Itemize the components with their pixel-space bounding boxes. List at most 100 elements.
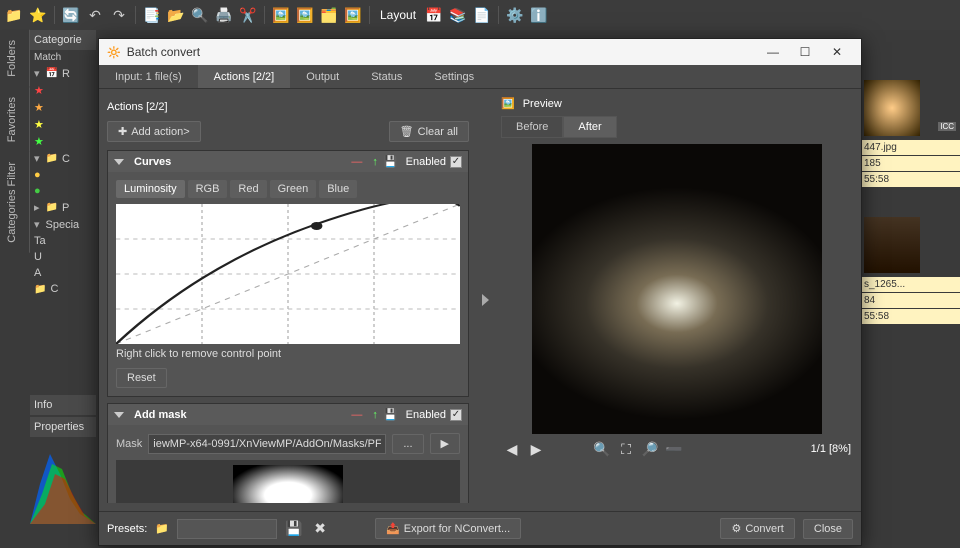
add-icon: ✚ xyxy=(118,125,127,138)
tab-output[interactable]: Output xyxy=(290,65,355,88)
dialog-bottom-bar: Presets: 📁 💾 ✖ 📤 Export for NConvert... … xyxy=(99,511,861,545)
icc-badge: ICC xyxy=(938,122,956,131)
preset-delete-icon[interactable]: ✖ xyxy=(311,520,329,538)
preview-column: 🖼️ Preview Before After ◀ ▶ 🔍 ⛶ 🔎 ➖ xyxy=(493,89,861,511)
toolbar-batch-icon[interactable]: 🖼️ xyxy=(295,5,315,25)
remove-action-icon[interactable]: — xyxy=(351,156,362,168)
left-tab-favorites[interactable]: Favorites xyxy=(2,87,30,152)
mask-thumbnail xyxy=(233,465,343,503)
toolbar-star-icon[interactable]: ⭐ xyxy=(28,5,48,25)
splitter-handle-icon xyxy=(482,294,489,306)
add-action-button[interactable]: ✚ Add action> xyxy=(107,121,201,142)
properties-heading[interactable]: Properties xyxy=(30,417,96,437)
zoom-100-icon[interactable]: 🔎 xyxy=(641,440,659,458)
left-tabs: Folders Favorites Categories Filter xyxy=(2,30,30,253)
convert-button[interactable]: ⚙ Convert xyxy=(720,518,794,539)
match-label: Match xyxy=(30,50,96,65)
toolbar-layout2-icon[interactable]: 📚 xyxy=(448,5,468,25)
action-add-mask: Add mask — ↑ 💾 Enabled ✓ Mask . xyxy=(107,403,469,503)
enabled-label: Enabled xyxy=(406,156,446,168)
file1-date: 55:58 xyxy=(860,172,960,187)
close-button[interactable]: ✕ xyxy=(821,40,853,64)
histogram xyxy=(30,444,96,524)
mask-preview xyxy=(116,460,460,503)
enabled-checkbox-mask[interactable]: ✓ xyxy=(450,409,462,421)
close-dialog-button[interactable]: Close xyxy=(803,519,853,539)
clear-all-button[interactable]: 🗑 Clear all xyxy=(389,121,469,142)
toolbar-crop-icon[interactable]: ✂️ xyxy=(238,5,258,25)
export-nconvert-button[interactable]: 📤 Export for NConvert... xyxy=(375,518,521,539)
toolbar-about-icon[interactable]: ℹ️ xyxy=(529,5,549,25)
curves-hint: Right click to remove control point xyxy=(116,344,460,364)
channel-red[interactable]: Red xyxy=(230,180,266,198)
move-up-icon[interactable]: ↑ xyxy=(372,156,378,168)
tab-input[interactable]: Input: 1 file(s) xyxy=(99,65,198,88)
dialog-titlebar[interactable]: 🔆 Batch convert — ☐ ✕ xyxy=(99,39,861,65)
toolbar-rotate-ccw-icon[interactable]: ↶ xyxy=(85,5,105,25)
toolbar-search-icon[interactable]: 🔍 xyxy=(190,5,210,25)
toolbar-rotate-cw-icon[interactable]: ↷ xyxy=(109,5,129,25)
zoom-fit-icon[interactable]: ⛶ xyxy=(617,440,635,458)
remove-action-icon[interactable]: — xyxy=(351,409,362,421)
presets-folder-icon[interactable]: 📁 xyxy=(155,522,169,535)
info-heading: Info xyxy=(30,395,96,415)
file2-name[interactable]: s_1265... xyxy=(860,277,960,292)
toolbar-copy-icon[interactable]: 📑 xyxy=(142,5,162,25)
zoom-in-icon[interactable]: 🔍 xyxy=(593,440,611,458)
chevron-down-icon[interactable] xyxy=(114,412,124,418)
minimize-button[interactable]: — xyxy=(757,40,789,64)
save-action-icon[interactable]: 💾 xyxy=(384,155,398,168)
export-icon: 📤 xyxy=(386,522,400,535)
enabled-label: Enabled xyxy=(406,409,446,421)
tab-after[interactable]: After xyxy=(563,116,616,138)
preview-image[interactable] xyxy=(532,144,822,434)
tab-before[interactable]: Before xyxy=(501,116,563,138)
toolbar-convert-icon[interactable]: 🖼️ xyxy=(271,5,291,25)
layout-label[interactable]: Layout xyxy=(380,8,416,22)
thumbnail-2[interactable] xyxy=(864,217,920,273)
curves-title: Curves xyxy=(128,156,351,168)
curves-editor[interactable] xyxy=(116,204,460,344)
channel-blue[interactable]: Blue xyxy=(319,180,357,198)
toolbar-refresh-icon[interactable]: 🔄 xyxy=(61,5,81,25)
prev-image-icon[interactable]: ◀ xyxy=(503,440,521,458)
file2-date: 55:58 xyxy=(860,309,960,324)
toolbar-print-icon[interactable]: 🖨️ xyxy=(214,5,234,25)
tab-settings[interactable]: Settings xyxy=(418,65,490,88)
channel-green[interactable]: Green xyxy=(270,180,317,198)
preview-pager: 1/1 [8%] xyxy=(811,443,851,455)
next-image-icon[interactable]: ▶ xyxy=(527,440,545,458)
toolbar-contact-icon[interactable]: 🗂️ xyxy=(319,5,339,25)
toolbar-move-icon[interactable]: 📂 xyxy=(166,5,186,25)
curves-reset-button[interactable]: Reset xyxy=(116,368,167,388)
enabled-checkbox-curves[interactable]: ✓ xyxy=(450,156,462,168)
mask-browse-button[interactable]: ... xyxy=(392,434,423,454)
save-action-icon[interactable]: 💾 xyxy=(384,408,398,421)
categories-heading: Categorie xyxy=(30,30,96,50)
mask-path-input[interactable] xyxy=(148,434,386,454)
zoom-out-icon[interactable]: ➖ xyxy=(665,440,683,458)
chevron-down-icon[interactable] xyxy=(114,159,124,165)
tab-actions[interactable]: Actions [2/2] xyxy=(198,65,291,88)
toolbar-layout1-icon[interactable]: 📅 xyxy=(424,5,444,25)
thumbnail-1[interactable] xyxy=(864,80,920,136)
mask-play-button[interactable]: ▶ xyxy=(430,433,460,454)
toolbar-settings-icon[interactable]: ⚙️ xyxy=(505,5,525,25)
channel-rgb[interactable]: RGB xyxy=(188,180,228,198)
tab-status[interactable]: Status xyxy=(355,65,418,88)
channel-luminosity[interactable]: Luminosity xyxy=(116,180,185,198)
dialog-title: Batch convert xyxy=(127,45,757,59)
move-up-icon[interactable]: ↑ xyxy=(372,409,378,421)
file1-name[interactable]: 447.jpg xyxy=(860,140,960,155)
maximize-button[interactable]: ☐ xyxy=(789,40,821,64)
toolbar-slideshow-icon[interactable]: 🖼️ xyxy=(343,5,363,25)
left-tab-categories-filter[interactable]: Categories Filter xyxy=(2,152,30,253)
preset-save-icon[interactable]: 💾 xyxy=(285,520,303,538)
file1-size: 185 xyxy=(860,156,960,171)
toolbar-layout3-icon[interactable]: 📄 xyxy=(472,5,492,25)
toolbar-folder-icon[interactable]: 📁 xyxy=(4,5,24,25)
presets-select[interactable] xyxy=(177,519,277,539)
splitter[interactable] xyxy=(477,89,493,511)
file2-size: 84 xyxy=(860,293,960,308)
left-tab-folders[interactable]: Folders xyxy=(2,30,30,87)
